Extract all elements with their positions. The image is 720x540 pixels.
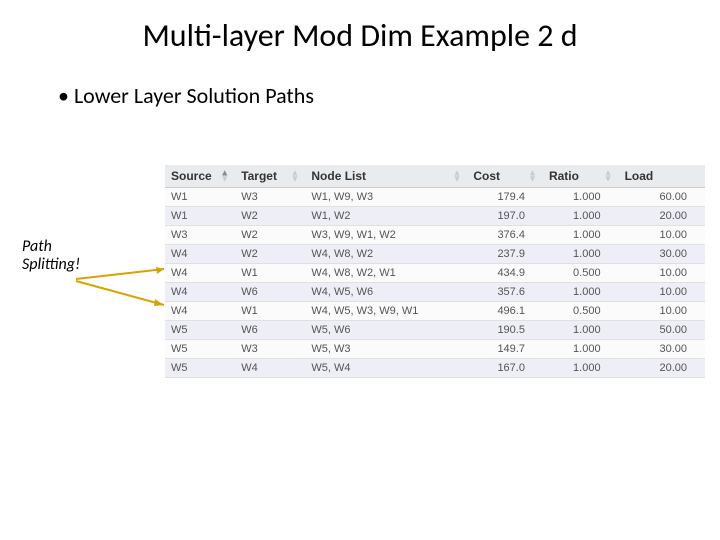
cell-load: 30.00 <box>619 245 705 264</box>
slide-title: Multi-layer Mod Dim Example 2 d <box>0 16 720 55</box>
table-row: W3W2W3, W9, W1, W2376.41.00010.00 <box>165 226 705 245</box>
cell-source: W1 <box>165 188 235 207</box>
cell-source: W5 <box>165 359 235 378</box>
cell-cost: 167.0 <box>467 359 543 378</box>
col-header-cost[interactable]: Cost ▲▼ <box>467 165 543 188</box>
sort-icon: ▲▼ <box>220 170 229 183</box>
cell-ratio: 1.000 <box>543 188 619 207</box>
col-header-ratio[interactable]: Ratio ▲▼ <box>543 165 619 188</box>
cell-load: 60.00 <box>619 188 705 207</box>
cell-ratio: 0.500 <box>543 264 619 283</box>
cell-cost: 197.0 <box>467 207 543 226</box>
cell-ratio: 1.000 <box>543 321 619 340</box>
cell-nodelist: W1, W9, W3 <box>305 188 467 207</box>
cell-nodelist: W4, W5, W3, W9, W1 <box>305 302 467 321</box>
cell-source: W4 <box>165 302 235 321</box>
col-header-load-label: Load <box>625 169 654 183</box>
cell-target: W6 <box>235 283 305 302</box>
cell-nodelist: W4, W8, W2 <box>305 245 467 264</box>
cell-ratio: 0.500 <box>543 302 619 321</box>
table-row: W4W1W4, W5, W3, W9, W1496.10.50010.00 <box>165 302 705 321</box>
path-splitting-annotation: Path Splitting! <box>22 238 102 273</box>
solution-paths-table: Source ▲▼ Target ▲▼ Node List ▲▼ Cost ▲▼… <box>165 165 705 378</box>
cell-cost: 149.7 <box>467 340 543 359</box>
sort-icon: ▲▼ <box>452 170 461 183</box>
table-row: W5W6W5, W6190.51.00050.00 <box>165 321 705 340</box>
table-row: W5W4W5, W4167.01.00020.00 <box>165 359 705 378</box>
cell-target: W1 <box>235 264 305 283</box>
cell-nodelist: W4, W8, W2, W1 <box>305 264 467 283</box>
cell-cost: 496.1 <box>467 302 543 321</box>
table-row: W4W6W4, W5, W6357.61.00010.00 <box>165 283 705 302</box>
cell-nodelist: W5, W3 <box>305 340 467 359</box>
cell-nodelist: W5, W6 <box>305 321 467 340</box>
sort-icon: ▲▼ <box>528 170 537 183</box>
cell-source: W5 <box>165 340 235 359</box>
cell-ratio: 1.000 <box>543 226 619 245</box>
table-header-row: Source ▲▼ Target ▲▼ Node List ▲▼ Cost ▲▼… <box>165 165 705 188</box>
cell-load: 20.00 <box>619 359 705 378</box>
cell-cost: 179.4 <box>467 188 543 207</box>
cell-load: 50.00 <box>619 321 705 340</box>
cell-ratio: 1.000 <box>543 359 619 378</box>
cell-target: W2 <box>235 245 305 264</box>
cell-target: W2 <box>235 207 305 226</box>
cell-source: W1 <box>165 207 235 226</box>
cell-source: W4 <box>165 283 235 302</box>
cell-source: W4 <box>165 264 235 283</box>
annotation-line-1: Path <box>22 237 52 256</box>
cell-cost: 237.9 <box>467 245 543 264</box>
col-header-nodelist[interactable]: Node List ▲▼ <box>305 165 467 188</box>
cell-load: 30.00 <box>619 340 705 359</box>
col-header-source[interactable]: Source ▲▼ <box>165 165 235 188</box>
col-header-nodelist-label: Node List <box>311 169 366 183</box>
sort-icon: ▲▼ <box>604 170 613 183</box>
cell-load: 10.00 <box>619 302 705 321</box>
cell-source: W3 <box>165 226 235 245</box>
cell-load: 10.00 <box>619 264 705 283</box>
cell-ratio: 1.000 <box>543 340 619 359</box>
col-header-cost-label: Cost <box>473 169 500 183</box>
table-row: W4W1W4, W8, W2, W1434.90.50010.00 <box>165 264 705 283</box>
cell-source: W5 <box>165 321 235 340</box>
cell-ratio: 1.000 <box>543 283 619 302</box>
cell-target: W4 <box>235 359 305 378</box>
cell-nodelist: W1, W2 <box>305 207 467 226</box>
bullet-text: Lower Layer Solution Paths <box>58 82 314 109</box>
cell-nodelist: W5, W4 <box>305 359 467 378</box>
cell-cost: 190.5 <box>467 321 543 340</box>
col-header-target-label: Target <box>241 169 277 183</box>
cell-cost: 376.4 <box>467 226 543 245</box>
cell-cost: 357.6 <box>467 283 543 302</box>
annotation-arrows <box>72 265 168 325</box>
col-header-ratio-label: Ratio <box>549 169 579 183</box>
table-row: W4W2W4, W8, W2237.91.00030.00 <box>165 245 705 264</box>
table-row: W1W3W1, W9, W3179.41.00060.00 <box>165 188 705 207</box>
cell-nodelist: W4, W5, W6 <box>305 283 467 302</box>
cell-load: 20.00 <box>619 207 705 226</box>
cell-target: W6 <box>235 321 305 340</box>
col-header-target[interactable]: Target ▲▼ <box>235 165 305 188</box>
table-row: W1W2W1, W2197.01.00020.00 <box>165 207 705 226</box>
cell-load: 10.00 <box>619 283 705 302</box>
cell-target: W2 <box>235 226 305 245</box>
solution-paths-table-container: Source ▲▼ Target ▲▼ Node List ▲▼ Cost ▲▼… <box>165 165 705 378</box>
cell-ratio: 1.000 <box>543 207 619 226</box>
col-header-source-label: Source <box>171 169 212 183</box>
col-header-load[interactable]: Load <box>619 165 705 188</box>
sort-icon: ▲▼ <box>290 170 299 183</box>
table-row: W5W3W5, W3149.71.00030.00 <box>165 340 705 359</box>
cell-cost: 434.9 <box>467 264 543 283</box>
table-body: W1W3W1, W9, W3179.41.00060.00W1W2W1, W21… <box>165 188 705 378</box>
cell-load: 10.00 <box>619 226 705 245</box>
annotation-line-2: Splitting! <box>22 255 80 274</box>
cell-target: W3 <box>235 188 305 207</box>
cell-target: W1 <box>235 302 305 321</box>
cell-source: W4 <box>165 245 235 264</box>
cell-ratio: 1.000 <box>543 245 619 264</box>
cell-target: W3 <box>235 340 305 359</box>
cell-nodelist: W3, W9, W1, W2 <box>305 226 467 245</box>
